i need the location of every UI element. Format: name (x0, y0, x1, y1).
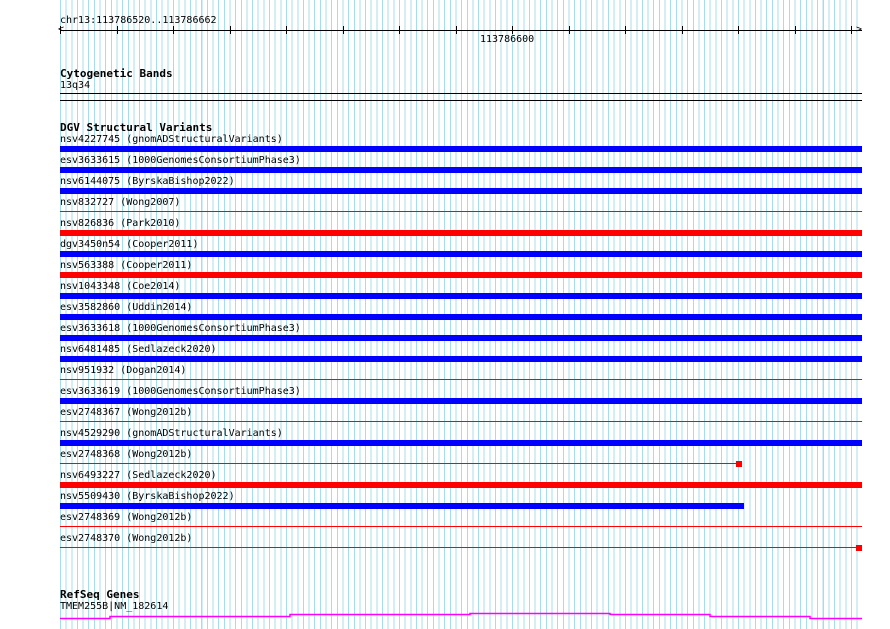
variant-bar[interactable] (60, 251, 862, 257)
variant-bar[interactable] (60, 272, 862, 278)
variant-label[interactable]: esv3633619 (1000GenomesConsortiumPhase3) (60, 386, 301, 397)
variant-label[interactable]: nsv563388 (Cooper2011) (60, 260, 192, 271)
left-arrow-icon[interactable]: < (58, 24, 64, 35)
position-label: chr13:113786520..113786662 (60, 15, 217, 26)
right-arrow-icon[interactable]: > (856, 24, 862, 35)
variant-bar[interactable] (60, 335, 862, 341)
cytoband-title: Cytogenetic Bands (60, 67, 173, 80)
variant-bar[interactable] (60, 314, 862, 320)
variant-label[interactable]: nsv5509430 (ByrskaBishop2022) (60, 491, 235, 502)
variant-bar[interactable] (60, 503, 744, 509)
ruler-tick (795, 26, 796, 34)
variant-bar[interactable] (60, 547, 862, 548)
variant-label[interactable]: nsv6493227 (Sedlazeck2020) (60, 470, 217, 481)
variant-label[interactable]: esv3633615 (1000GenomesConsortiumPhase3) (60, 155, 301, 166)
dgv-title: DGV Structural Variants (60, 121, 213, 134)
variant-label[interactable]: esv2748368 (Wong2012b) (60, 449, 192, 460)
refseq-title: RefSeq Genes (60, 588, 140, 601)
variant-bar[interactable] (60, 146, 862, 152)
variant-label[interactable]: nsv832727 (Wong2007) (60, 197, 180, 208)
track-divider (60, 100, 862, 101)
variant-bar[interactable] (60, 398, 862, 404)
variant-bar[interactable] (60, 482, 862, 488)
ruler-tick (682, 26, 683, 34)
variant-end-block[interactable] (856, 545, 862, 551)
variant-label[interactable]: nsv4227745 (gnomADStructuralVariants) (60, 134, 283, 145)
variant-bar[interactable] (60, 421, 862, 422)
ruler-axis (60, 30, 862, 31)
ruler-tick (512, 26, 513, 34)
variant-label[interactable]: esv2748369 (Wong2012b) (60, 512, 192, 523)
ruler-tick (456, 26, 457, 34)
ruler-tick (173, 26, 174, 34)
variant-label[interactable]: nsv951932 (Dogan2014) (60, 365, 186, 376)
variant-bar[interactable] (60, 356, 862, 362)
variant-bar[interactable] (60, 188, 862, 194)
cytoband-line (60, 93, 862, 94)
ruler-tick (286, 26, 287, 34)
variant-label[interactable]: esv3633618 (1000GenomesConsortiumPhase3) (60, 323, 301, 334)
variant-label[interactable]: nsv1043348 (Coe2014) (60, 281, 180, 292)
variant-end-block[interactable] (736, 461, 742, 467)
variant-label[interactable]: esv2748367 (Wong2012b) (60, 407, 192, 418)
ruler-tick (569, 26, 570, 34)
variant-label[interactable]: nsv4529290 (gnomADStructuralVariants) (60, 428, 283, 439)
variant-bar[interactable] (60, 463, 742, 464)
ruler-tick (399, 26, 400, 34)
ruler-tick (851, 26, 852, 34)
ruler-tick (343, 26, 344, 34)
variant-bar[interactable] (60, 526, 862, 527)
variant-label[interactable]: nsv6481485 (Sedlazeck2020) (60, 344, 217, 355)
variant-label[interactable]: nsv6144075 (ByrskaBishop2022) (60, 176, 235, 187)
variant-label[interactable]: nsv826836 (Park2010) (60, 218, 180, 229)
ruler-tick (625, 26, 626, 34)
gene-exon-line (60, 612, 862, 620)
ruler-tick (60, 26, 61, 34)
ruler-tick (117, 26, 118, 34)
variant-bar[interactable] (60, 293, 862, 299)
ruler-label: 113786600 (480, 34, 535, 45)
variant-label[interactable]: esv3582860 (Uddin2014) (60, 302, 192, 313)
gene-model[interactable] (60, 610, 862, 622)
variant-bar[interactable] (60, 167, 862, 173)
variant-label[interactable]: esv2748370 (Wong2012b) (60, 533, 192, 544)
ruler-tick (738, 26, 739, 34)
variant-bar[interactable] (60, 379, 862, 380)
variant-bar[interactable] (60, 440, 862, 446)
variant-bar[interactable] (60, 230, 862, 236)
ruler-tick (230, 26, 231, 34)
variant-bar[interactable] (60, 211, 862, 212)
cytoband-label[interactable]: 13q34 (60, 80, 90, 91)
variant-label[interactable]: dgv3450n54 (Cooper2011) (60, 239, 198, 250)
